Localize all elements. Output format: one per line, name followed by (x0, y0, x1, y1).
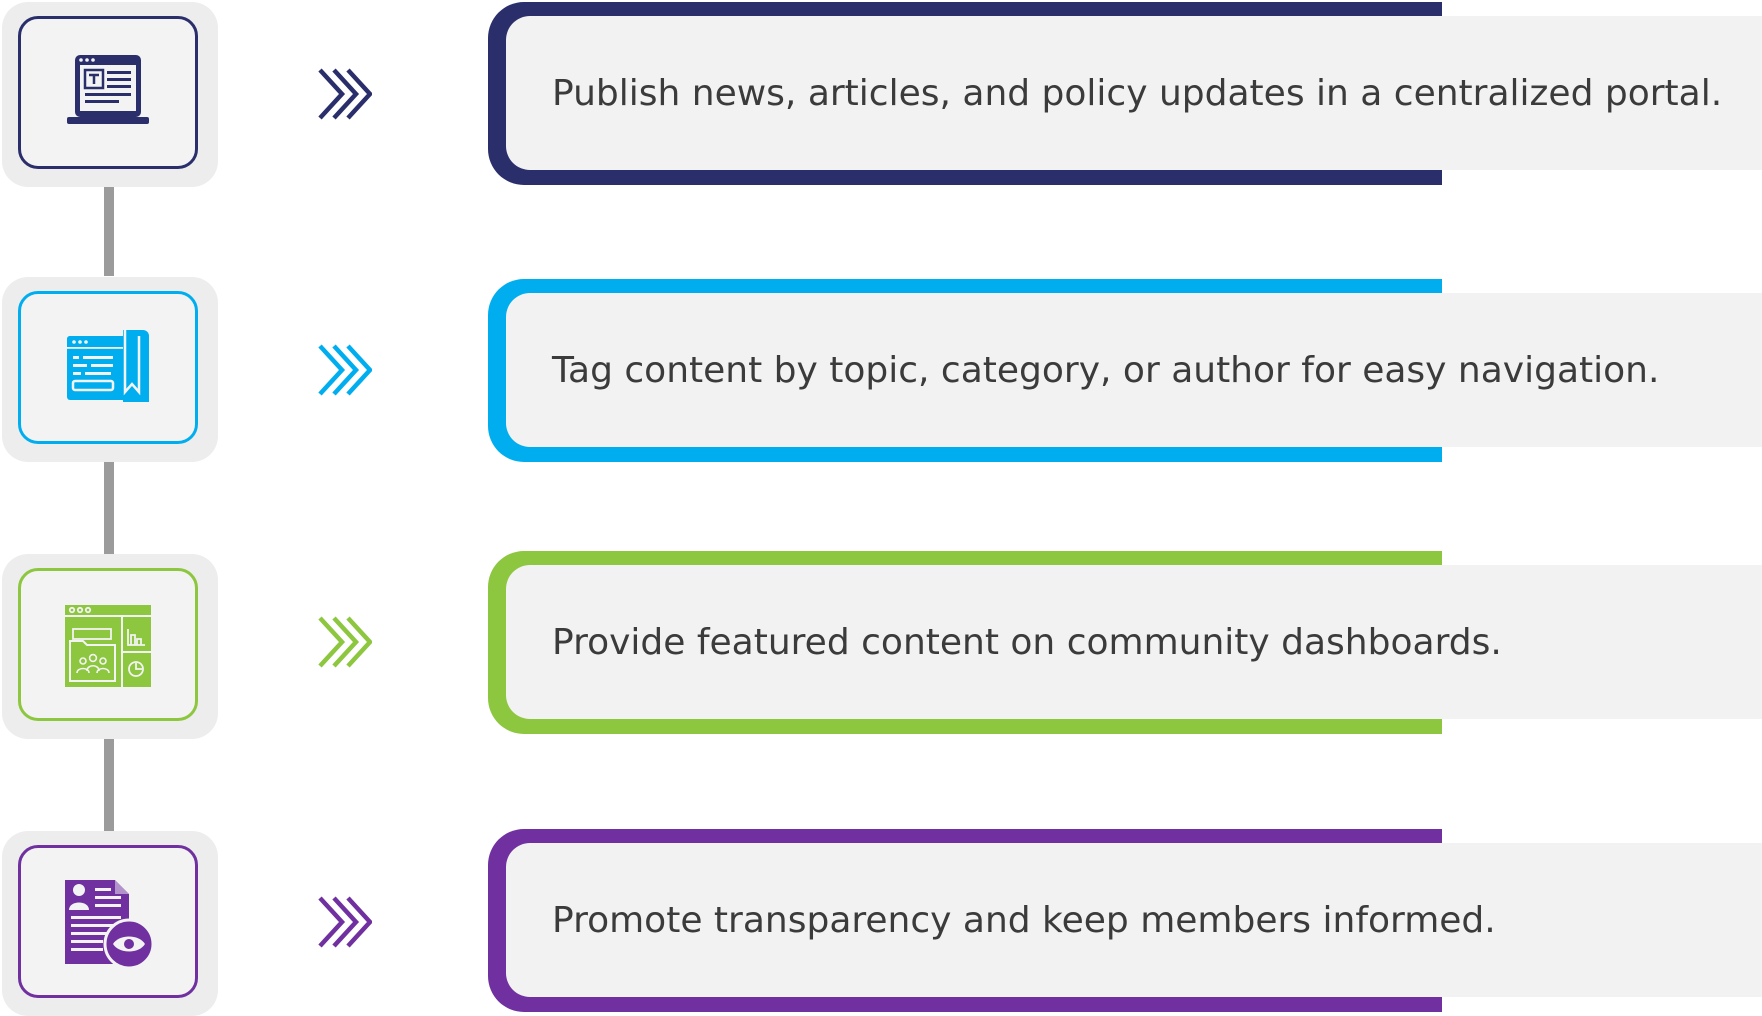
step-1-text: Publish news, articles, and policy updat… (552, 72, 1723, 114)
step-3-card: Provide featured content on community da… (488, 551, 1762, 734)
step-2-card-body: Tag content by topic, category, or autho… (506, 293, 1762, 447)
tagged-web-page-bookmark-icon (67, 330, 149, 402)
step-3-icon-box (18, 568, 198, 721)
transparency-document-eye-icon (65, 880, 155, 970)
step-4-chevrons-icon (318, 896, 372, 948)
step-2-icon-tile (2, 277, 218, 462)
step-3-card-body: Provide featured content on community da… (506, 565, 1762, 719)
step-1-icon-tile (2, 2, 218, 187)
news-portal-laptop-icon (67, 55, 149, 124)
connector-line-3 (104, 736, 114, 832)
community-dashboard-icon (65, 605, 151, 687)
step-2-chevrons-icon (318, 344, 372, 396)
step-3-text: Provide featured content on community da… (552, 621, 1502, 663)
step-2-icon-box (18, 291, 198, 444)
step-4-card-body: Promote transparency and keep members in… (506, 843, 1762, 997)
step-3-chevrons-icon (318, 616, 372, 668)
step-1-card-body: Publish news, articles, and policy updat… (506, 16, 1762, 170)
connector-line-1 (104, 183, 114, 276)
step-2-card: Tag content by topic, category, or autho… (488, 279, 1762, 462)
step-4-icon-box (18, 845, 198, 998)
step-3-icon-tile (2, 554, 218, 739)
step-4-icon-tile (2, 831, 218, 1016)
step-1-card: Publish news, articles, and policy updat… (488, 2, 1762, 185)
step-1-icon-box (18, 16, 198, 169)
step-4-card: Promote transparency and keep members in… (488, 829, 1762, 1012)
connector-line-2 (104, 459, 114, 555)
step-1-chevrons-icon (318, 68, 372, 120)
step-2-text: Tag content by topic, category, or autho… (552, 349, 1660, 391)
step-4-text: Promote transparency and keep members in… (552, 899, 1496, 941)
